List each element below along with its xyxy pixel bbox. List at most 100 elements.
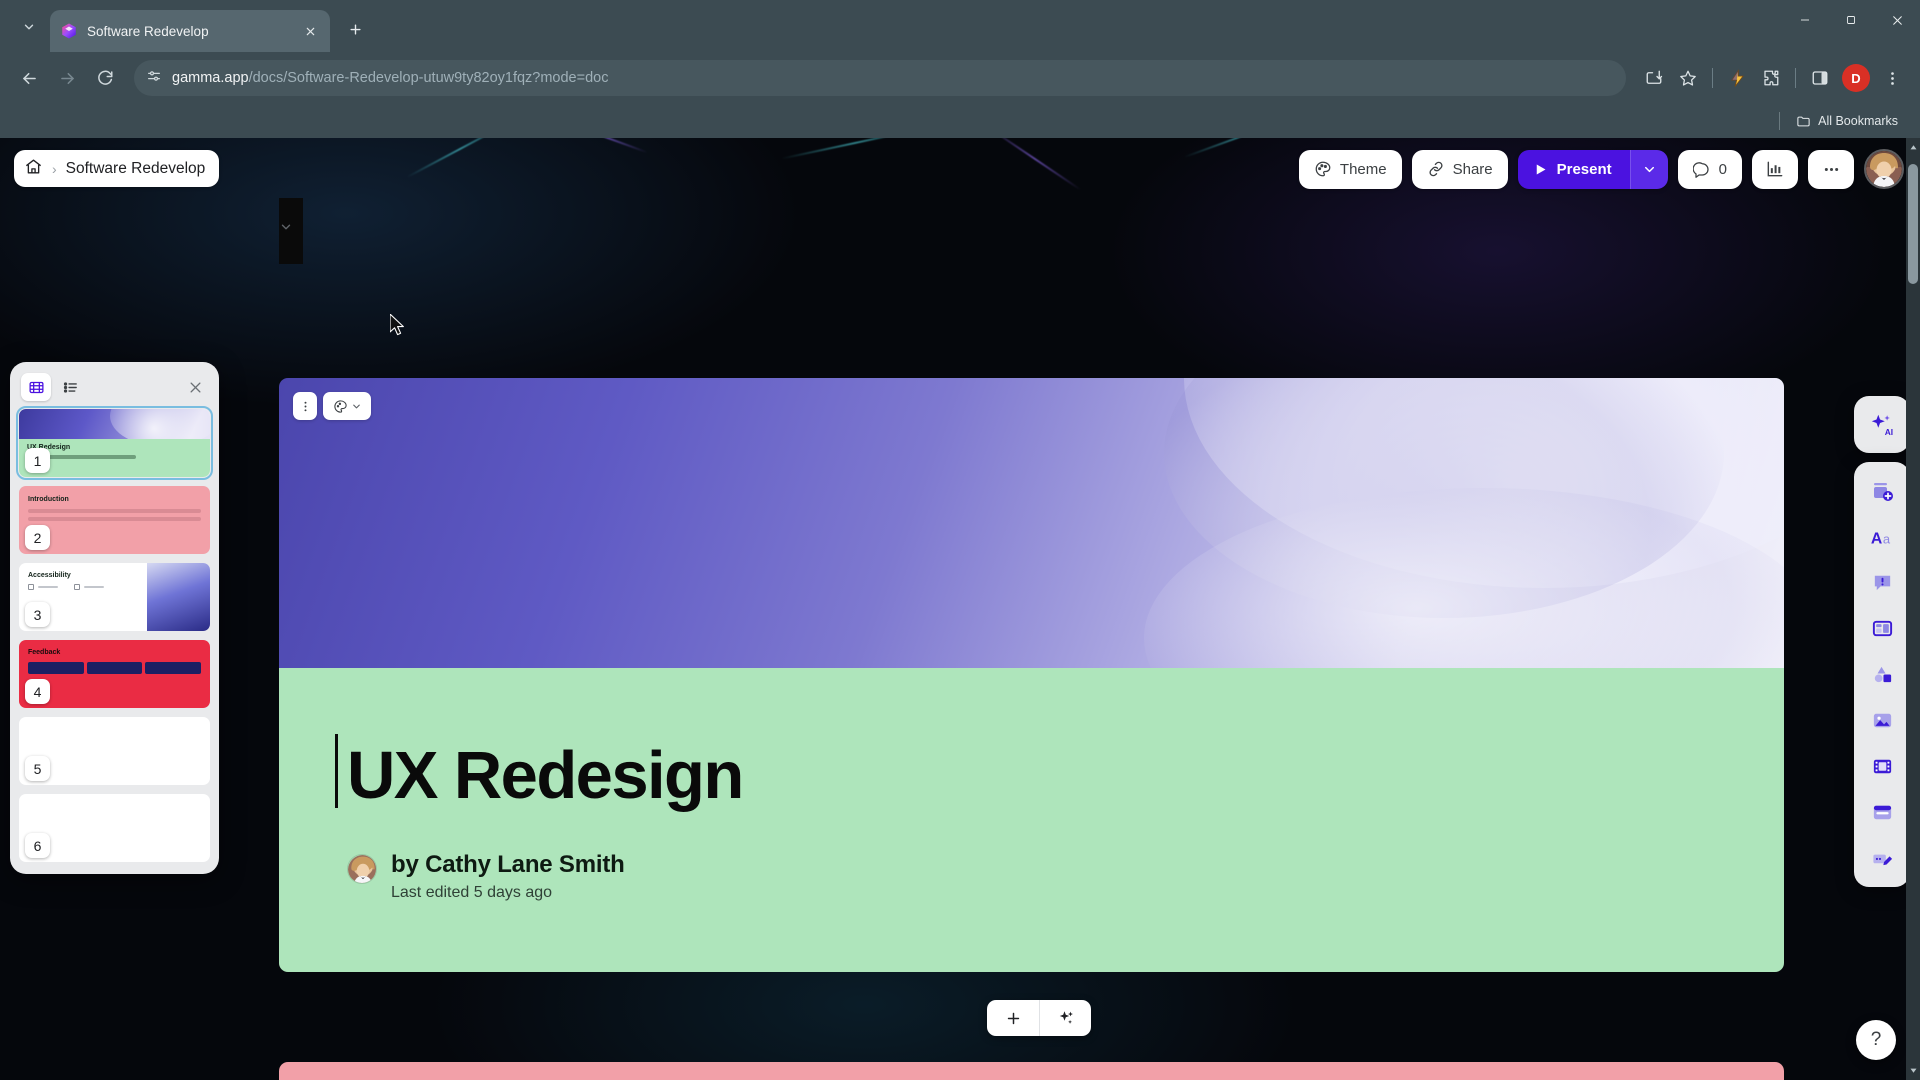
- share-label: Share: [1452, 160, 1493, 178]
- image-button[interactable]: [1861, 699, 1903, 742]
- breadcrumb[interactable]: › Software Redevelop: [14, 150, 220, 187]
- url-host: gamma.app: [172, 70, 249, 86]
- rail-group-ai: AI: [1854, 396, 1910, 453]
- thumb-number: 1: [25, 448, 50, 473]
- scroll-down-button[interactable]: [1906, 1063, 1920, 1078]
- card-body: UX Redesign by Cathy Lane Smith Last edi…: [279, 668, 1784, 972]
- install-icon[interactable]: [1638, 62, 1670, 94]
- close-panel-button[interactable]: [182, 374, 208, 400]
- page-title[interactable]: UX Redesign: [335, 734, 744, 809]
- page-content: › Software Redevelop Theme Share Present: [0, 138, 1920, 1080]
- chevron-down-icon: [1644, 166, 1654, 172]
- bookmarks-divider: [1779, 112, 1781, 130]
- reload-button[interactable]: [88, 61, 122, 95]
- comments-button[interactable]: 0: [1677, 149, 1742, 189]
- thumbnail-slide-1[interactable]: UX Redesign 1: [16, 406, 213, 480]
- byline-text: by Cathy Lane Smith Last edited 5 days a…: [391, 851, 625, 902]
- ai-generate-button[interactable]: [1039, 1000, 1091, 1036]
- profile-avatar[interactable]: D: [1842, 64, 1870, 92]
- breadcrumb-title: Software Redevelop: [65, 159, 206, 177]
- forward-button[interactable]: [50, 61, 84, 95]
- browser-window: Software Redevelop gamma.app/docs/Softwa…: [0, 0, 1920, 1080]
- site-settings-icon[interactable]: [146, 68, 162, 89]
- text-cursor: [335, 734, 338, 808]
- add-card-button[interactable]: [1861, 469, 1903, 512]
- back-button[interactable]: [12, 61, 46, 95]
- card-palette-button[interactable]: [323, 392, 371, 420]
- bookmark-star-icon[interactable]: [1672, 62, 1704, 94]
- extension-lightning-icon[interactable]: [1721, 62, 1753, 94]
- thumb-mini-row: [28, 584, 58, 590]
- page-scrollbar[interactable]: [1906, 138, 1920, 1080]
- card-toolbar: [293, 392, 371, 420]
- thumb-number: 2: [25, 525, 50, 550]
- mini-square: [28, 584, 34, 590]
- shapes-button[interactable]: [1861, 653, 1903, 696]
- chevron-down-icon: [352, 404, 360, 408]
- thumb-title: Introduction: [28, 496, 69, 503]
- present-dropdown-button[interactable]: [1629, 149, 1668, 189]
- thumbnail-slide-5[interactable]: 5: [19, 717, 210, 785]
- thumb-number: 6: [25, 833, 50, 858]
- add-card-button[interactable]: [987, 1000, 1039, 1036]
- url-input[interactable]: gamma.app/docs/Software-Redevelop-utuw9t…: [134, 60, 1626, 96]
- ai-tools-button[interactable]: AI: [1861, 403, 1903, 446]
- filmstrip-view-icon[interactable]: [21, 373, 51, 401]
- present-button[interactable]: Present: [1517, 149, 1630, 189]
- thumb-line: [28, 517, 201, 521]
- list-view-icon[interactable]: [55, 373, 85, 401]
- image-icon: [1873, 713, 1891, 728]
- omnibox-actions: D: [1638, 62, 1908, 94]
- window-controls: [1782, 0, 1920, 52]
- browser-tab[interactable]: Software Redevelop: [50, 10, 330, 52]
- last-edited-label: Last edited 5 days ago: [391, 884, 553, 901]
- tab-search-button[interactable]: [12, 10, 46, 44]
- more-dots-icon: [1824, 167, 1838, 171]
- callout-icon: [1874, 575, 1890, 591]
- insert-button-group: [279, 198, 1091, 1036]
- present-button-group: Present: [1517, 149, 1668, 189]
- thumbnail-slide-2[interactable]: Introduction 2: [19, 486, 210, 554]
- card-ux-redesign[interactable]: UX Redesign by Cathy Lane Smith Last edi…: [279, 378, 1784, 972]
- gamma-favicon: [60, 22, 78, 40]
- window-close-button[interactable]: [1874, 0, 1920, 40]
- thumb-image: [147, 563, 210, 631]
- thumb-title: Feedback: [28, 649, 61, 656]
- thumbnail-slide-6[interactable]: 6: [19, 794, 210, 862]
- link-icon: [1429, 161, 1443, 177]
- thumb-title: UX Redesign: [27, 444, 71, 451]
- svg-text:a: a: [1883, 531, 1891, 546]
- share-button[interactable]: Share: [1411, 149, 1508, 189]
- tab-close-button[interactable]: [300, 21, 320, 41]
- home-icon[interactable]: [24, 157, 43, 181]
- new-tab-button[interactable]: [340, 14, 370, 44]
- present-label: Present: [1556, 160, 1612, 178]
- more-options-button[interactable]: [1808, 149, 1854, 189]
- window-maximize-button[interactable]: [1828, 0, 1874, 40]
- analytics-button[interactable]: [1752, 149, 1798, 189]
- deck-scroll-area[interactable]: UX Redesign by Cathy Lane Smith Last edi…: [279, 198, 1799, 1080]
- slide-thumbnail-panel: UX Redesign 1 Introduction 2 Accessibili…: [10, 362, 219, 874]
- extensions-puzzle-icon[interactable]: [1755, 62, 1787, 94]
- card-drag-handle[interactable]: [293, 392, 317, 420]
- help-button[interactable]: ?: [1856, 1020, 1896, 1060]
- theme-button[interactable]: Theme: [1298, 149, 1402, 189]
- callout-button[interactable]: [1861, 561, 1903, 604]
- thumbnail-slide-4[interactable]: Feedback 4: [19, 640, 210, 708]
- scrollbar-thumb[interactable]: [1908, 164, 1918, 284]
- all-bookmarks-button[interactable]: All Bookmarks: [1788, 110, 1906, 133]
- window-minimize-button[interactable]: [1782, 0, 1828, 40]
- user-avatar[interactable]: [1864, 149, 1904, 189]
- thumbnail-slide-3[interactable]: Accessibility 3: [19, 563, 210, 631]
- breadcrumb-separator: ›: [52, 160, 57, 177]
- layout-button[interactable]: [1861, 607, 1903, 650]
- text-button[interactable]: A a: [1861, 515, 1903, 558]
- draw-icon: [1872, 854, 1892, 866]
- card-introduction[interactable]: Introduction: [279, 1062, 1784, 1080]
- video-button[interactable]: [1861, 745, 1903, 788]
- embed-button[interactable]: [1861, 791, 1903, 834]
- draw-button[interactable]: [1861, 837, 1903, 880]
- scroll-up-button[interactable]: [1906, 140, 1920, 155]
- side-panel-icon[interactable]: [1804, 62, 1836, 94]
- browser-menu-button[interactable]: [1876, 62, 1908, 94]
